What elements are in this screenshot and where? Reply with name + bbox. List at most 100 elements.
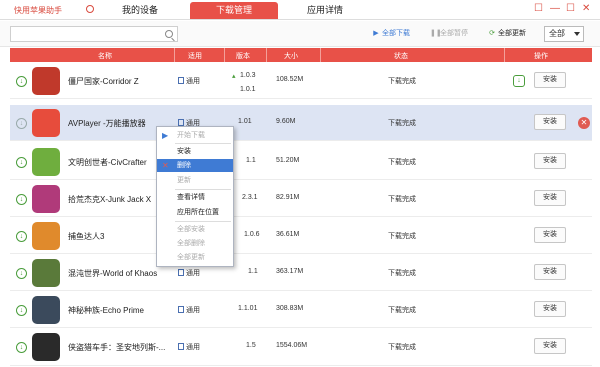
context-menu: ▶ 开始下载 安装 ✕ 删除 更新 查看详情 应用所在位置 全部安装 全部删除 全部…: [156, 126, 234, 267]
install-button[interactable]: 安装: [534, 153, 566, 169]
start-all-button[interactable]: ▶ 全部下载: [372, 28, 410, 40]
delete-icon[interactable]: ✕: [578, 117, 590, 129]
app-version: 1.1: [246, 157, 256, 164]
table-row[interactable]: ↓ 文明创世者-CivCrafter 通用 1.1 51.20M 下载完成 安装: [10, 144, 592, 180]
toolbar: ▶ 全部下载 ❚❚全部暂停 ⟳ 全部更新 全部: [0, 21, 600, 47]
table-header: 名称 适用 版本 大小 状态 操作: [10, 48, 592, 62]
app-version: 1.0.3: [240, 72, 256, 79]
app-status: 下载完成: [388, 344, 416, 351]
table-row[interactable]: ↓ AVPlayer -万能播放器 通用 1.01 9.60M 下载完成 安装 …: [10, 105, 592, 141]
app-status: 下载完成: [388, 78, 416, 85]
close-icon[interactable]: ✕: [582, 4, 590, 14]
install-button[interactable]: 安装: [534, 72, 566, 88]
app-version: 1.1: [248, 268, 258, 275]
app-status: 下载完成: [388, 159, 416, 166]
header-action: 操作: [534, 53, 548, 60]
table-row[interactable]: ↓ 僵尸国家-Corridor Z 通用 1.0.3 1.0.1 ▴ 108.5…: [10, 63, 592, 99]
install-button[interactable]: 安装: [534, 190, 566, 206]
table-row[interactable]: ↓ 侠盗猎车手：圣安地列斯-... 通用 1.5 1554.06M 下载完成 安…: [10, 329, 592, 366]
app-status: 下载完成: [388, 233, 416, 240]
menu-item-update[interactable]: 更新: [157, 174, 233, 187]
app-name: 侠盗猎车手：圣安地列斯-...: [68, 343, 166, 352]
chevron-down-icon: [574, 32, 580, 36]
app-version: 1.01: [238, 118, 252, 125]
menu-item-open-location[interactable]: 应用所在位置: [157, 206, 233, 219]
download-done-icon: ↓: [16, 305, 27, 316]
download-done-icon: ↓: [16, 157, 27, 168]
menu-item-start-download[interactable]: ▶ 开始下载: [157, 129, 233, 142]
download-done-icon: ↓: [16, 231, 27, 242]
app-icon: [32, 148, 60, 176]
app-status: 下载完成: [388, 307, 416, 314]
menu-item-view-detail[interactable]: 查看详情: [157, 191, 233, 204]
tab-download-manager[interactable]: 下载管理: [190, 2, 278, 19]
update-arrow-icon: ▴: [232, 73, 236, 80]
app-icon: [32, 67, 60, 95]
skin-icon[interactable]: ☐: [534, 4, 543, 14]
install-button[interactable]: 安装: [534, 301, 566, 317]
app-status: 下载完成: [388, 270, 416, 277]
table-row[interactable]: ↓ 混沌世界-World of Khaos 通用 1.1 363.17M 下载完…: [10, 255, 592, 291]
app-size: 1554.06M: [276, 342, 308, 349]
app-icon: [32, 259, 60, 287]
update-all-button[interactable]: ⟳ 全部更新: [488, 28, 526, 40]
tab-my-device[interactable]: 我的设备: [108, 2, 172, 19]
app-size: 363.17M: [276, 268, 304, 275]
app-name: 僵尸国家-Corridor Z: [68, 77, 139, 86]
search-input[interactable]: [10, 26, 178, 42]
minimize-icon[interactable]: —: [550, 4, 560, 14]
install-button[interactable]: 安装: [534, 338, 566, 354]
install-button[interactable]: 安装: [534, 264, 566, 280]
menu-item-install-all[interactable]: 全部安装: [157, 223, 233, 236]
menu-item-delete-all[interactable]: 全部删除: [157, 237, 233, 250]
delete-icon: ✕: [162, 161, 169, 170]
update-icon[interactable]: ↓: [513, 75, 525, 87]
app-name: 拾荒杰克X-Junk Jack X: [68, 195, 152, 204]
header-version: 版本: [236, 53, 250, 60]
app-size: 9.60M: [276, 118, 296, 125]
title-bar: 快用苹果助手 我的设备 下载管理 应用详情 ☐ — ☐ ✕: [0, 0, 600, 20]
download-done-icon: ↓: [16, 76, 27, 87]
app-size: 308.83M: [276, 305, 304, 312]
table-row[interactable]: ↓ 捕鱼达人3 通用 1.0.6 36.61M 下载完成 安装: [10, 218, 592, 254]
header-name: 名称: [98, 53, 112, 60]
app-name: 文明创世者-CivCrafter: [68, 158, 147, 167]
app-size: 108.52M: [276, 76, 304, 83]
header-size: 大小: [284, 53, 298, 60]
download-done-icon: ↓: [16, 118, 27, 129]
download-done-icon: ↓: [16, 342, 27, 353]
search-icon[interactable]: [165, 30, 173, 38]
app-status: 下载完成: [388, 196, 416, 203]
app-name: 捕鱼达人3: [68, 232, 105, 241]
filter-select[interactable]: 全部: [544, 26, 584, 42]
device-type: 通用: [178, 342, 200, 352]
device-icon: [178, 269, 184, 276]
app-status: 下载完成: [388, 120, 416, 127]
app-name: 混沌世界-World of Khaos: [68, 269, 158, 278]
play-icon: ▶: [162, 131, 169, 140]
device-icon: [178, 77, 184, 84]
menu-item-install[interactable]: 安装: [157, 145, 233, 158]
app-name: AVPlayer -万能播放器: [68, 119, 146, 128]
pause-all-button[interactable]: ❚❚全部暂停: [430, 28, 468, 40]
app-icon: [32, 333, 60, 361]
app-version: 2.3.1: [242, 194, 258, 201]
maximize-icon[interactable]: ☐: [566, 4, 575, 14]
install-button[interactable]: 安装: [534, 227, 566, 243]
menu-item-delete[interactable]: ✕ 删除: [157, 159, 233, 172]
play-icon: ▶: [373, 30, 379, 37]
device-type: 通用: [178, 305, 200, 315]
app-name: 神秘种族-Echo Prime: [68, 306, 145, 315]
table-row[interactable]: ↓ 神秘种族-Echo Prime 通用 1.1.01 308.83M 下载完成…: [10, 292, 592, 328]
app-icon: [32, 185, 60, 213]
table-row[interactable]: ↓ 拾荒杰克X-Junk Jack X 通用 2.3.1 82.91M 下载完成…: [10, 181, 592, 217]
tab-app-detail[interactable]: 应用详情: [290, 2, 360, 19]
device-icon: [178, 119, 184, 126]
install-button[interactable]: 安装: [534, 114, 566, 130]
menu-item-update-all[interactable]: 全部更新: [157, 251, 233, 264]
app-title: 快用苹果助手: [14, 6, 62, 15]
header-status: 状态: [394, 53, 408, 60]
device-type: 通用: [178, 268, 200, 278]
pause-icon: ❚❚: [430, 30, 442, 37]
download-done-icon: ↓: [16, 268, 27, 279]
